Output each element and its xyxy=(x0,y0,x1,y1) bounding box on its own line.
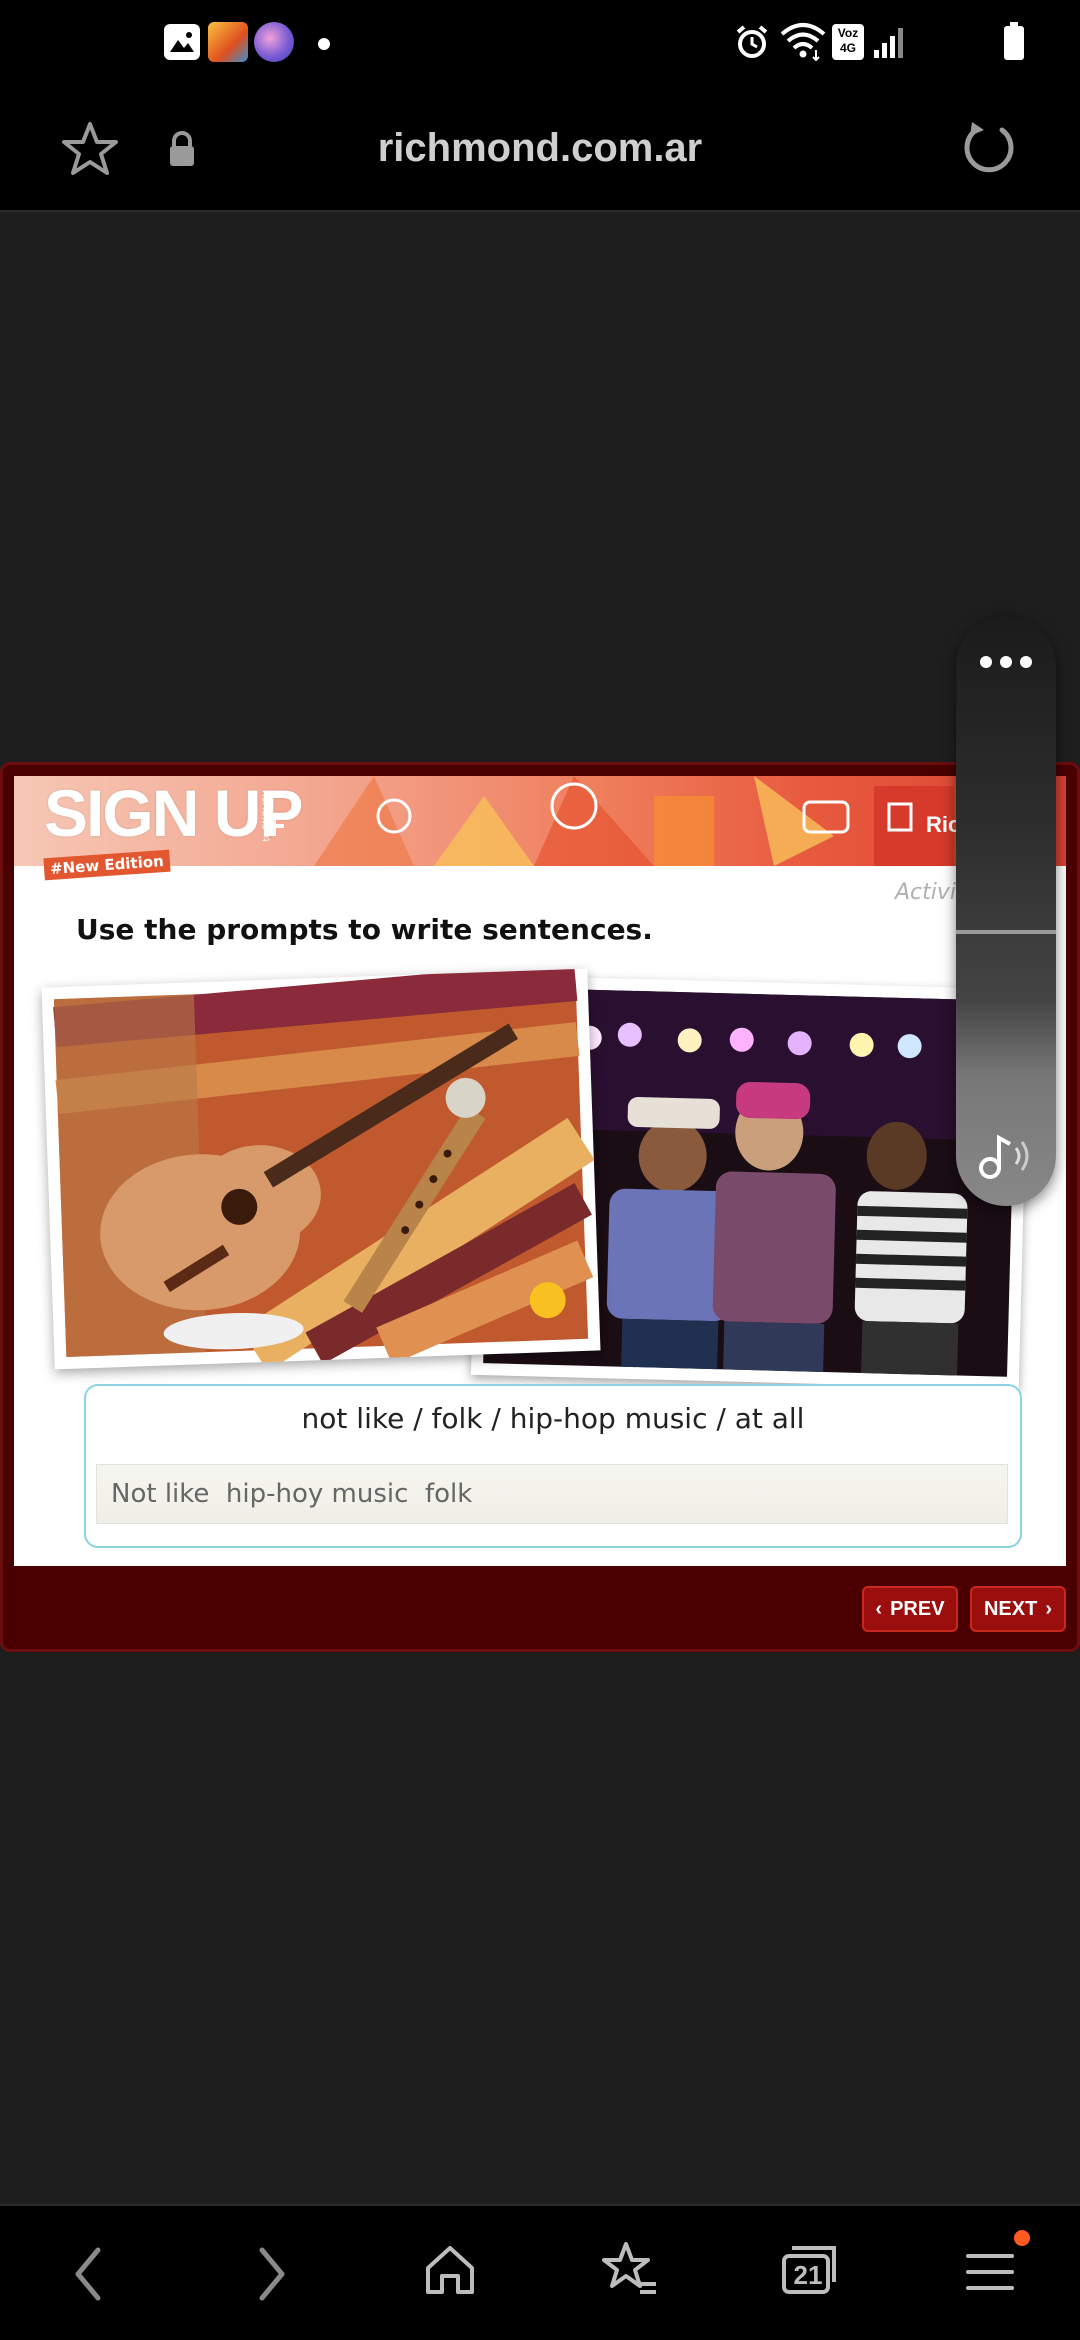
answer-input[interactable] xyxy=(96,1464,1008,1524)
more-dots-icon[interactable] xyxy=(978,654,1034,674)
tab-count: 21 xyxy=(793,2260,823,2290)
app-notification-icon xyxy=(254,22,294,62)
wifi-icon xyxy=(778,20,828,68)
reload-icon[interactable] xyxy=(958,118,1020,184)
music-note-sound-icon[interactable] xyxy=(976,1130,1036,1186)
forward-arrow-icon[interactable] xyxy=(254,2244,290,2308)
battery-percentage: 77% xyxy=(914,14,995,58)
brand-side-text: to ENGLISH xyxy=(262,790,272,842)
network-badge-top: Voz xyxy=(837,26,859,40)
home-icon[interactable] xyxy=(422,2242,478,2302)
network-badge: Voz 4G xyxy=(832,24,864,60)
photo-folk-instruments xyxy=(41,968,601,1370)
gallery-notification-icon xyxy=(164,24,200,60)
bookmarks-icon[interactable] xyxy=(600,2240,660,2304)
next-label: NEXT xyxy=(983,1597,1038,1620)
battery-icon xyxy=(1004,22,1024,60)
next-button[interactable]: NEXT › xyxy=(970,1586,1066,1632)
prompt-text: not like / folk / hip-hop music / at all xyxy=(301,1402,805,1435)
game-notification-icon xyxy=(208,22,248,62)
chevron-left-icon: ‹ xyxy=(875,1597,883,1620)
chevron-right-icon: › xyxy=(1045,1597,1052,1620)
status-time: 19:13 xyxy=(56,14,157,58)
alarm-icon xyxy=(732,22,772,66)
activity-label: Activit xyxy=(895,880,965,905)
floating-media-panel[interactable] xyxy=(956,616,1056,1206)
menu-notification-dot xyxy=(1014,2230,1030,2246)
floating-panel-divider xyxy=(956,930,1056,934)
signal-icon xyxy=(872,26,906,64)
menu-icon[interactable] xyxy=(966,2250,1014,2298)
url-text[interactable]: richmond.com.ar xyxy=(0,126,1080,171)
prev-label: PREV xyxy=(890,1597,945,1620)
more-notifications-dot xyxy=(318,38,330,50)
browser-bottom-nav xyxy=(0,2204,1080,2340)
instruction-text: Use the prompts to write sentences. xyxy=(76,913,653,946)
prev-button[interactable]: ‹ PREV xyxy=(862,1586,958,1632)
network-badge-bottom: 4G xyxy=(839,41,856,55)
back-arrow-icon[interactable] xyxy=(70,2244,106,2308)
